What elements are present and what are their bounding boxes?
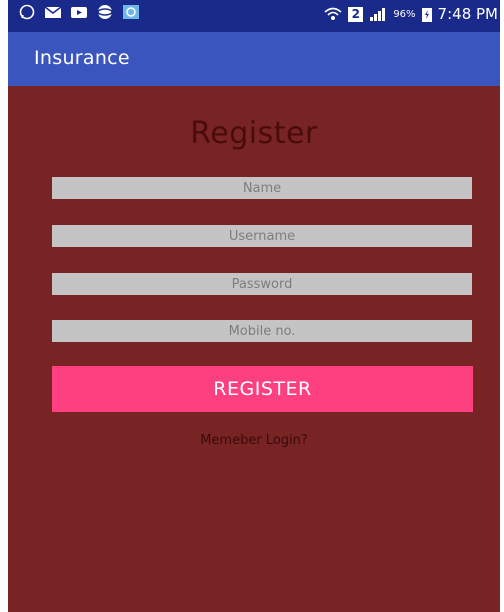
notification-icons (18, 4, 140, 20)
app-title: Insurance (34, 47, 130, 69)
mobile-field[interactable] (52, 320, 472, 342)
battery-charging-icon (421, 7, 432, 22)
app-bar: Insurance (8, 32, 500, 86)
status-bar: 2 96% 7:48 PM (8, 0, 500, 32)
clock: 7:48 PM (437, 5, 498, 23)
mail-icon (44, 6, 62, 18)
username-field[interactable] (52, 225, 472, 247)
wifi-icon (324, 7, 342, 20)
gallery-icon (123, 5, 139, 19)
sim-badge: 2 (348, 6, 364, 22)
name-field[interactable] (52, 177, 472, 199)
page-title: Register (190, 116, 318, 151)
phone-screen: 2 96% 7:48 PM Insurance Register REGISTE… (8, 0, 500, 612)
signal-icon (370, 8, 386, 21)
register-form: Register REGISTER Memeber Login? (8, 86, 500, 612)
system-indicators: 2 96% 7:48 PM (324, 5, 498, 23)
browser-icon (97, 5, 113, 19)
video-icon (71, 7, 87, 18)
battery-percent: 96% (393, 8, 416, 20)
register-button[interactable]: REGISTER (52, 366, 473, 412)
password-field[interactable] (52, 273, 472, 295)
whatsapp-icon (19, 4, 35, 20)
member-login-link[interactable]: Memeber Login? (8, 433, 500, 448)
